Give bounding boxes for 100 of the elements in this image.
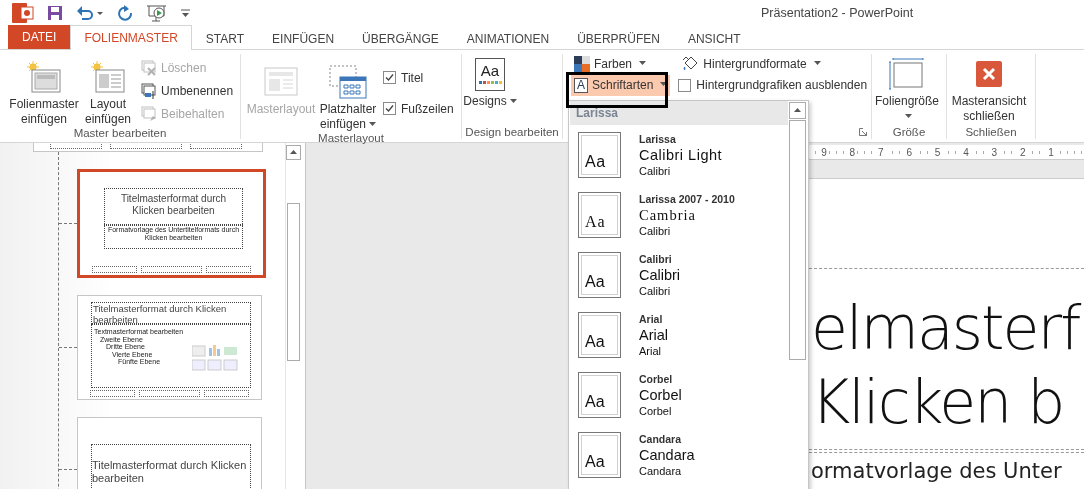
ribbon-button[interactable]: Masteransicht schließen <box>947 54 1031 124</box>
footer-placeholder <box>140 266 203 273</box>
footer-placeholder <box>206 266 251 273</box>
checkbox-label: Fußzeilen <box>401 101 454 116</box>
ribbon-tab[interactable]: EINFÜGEN <box>258 26 349 50</box>
ribbon-tab[interactable]: ÜBERGÄNGE <box>348 26 453 50</box>
dialog-launcher-icon[interactable] <box>859 128 867 136</box>
slideshow-icon[interactable] <box>146 3 168 22</box>
ruler-number: 9 <box>819 146 829 158</box>
slide-title-text: Klicken b <box>811 366 1065 439</box>
group-label: Masterlayout <box>318 132 384 144</box>
heading-font: Arial <box>639 325 668 344</box>
font-preview: Aa <box>578 432 621 478</box>
checkbox[interactable] <box>383 71 396 84</box>
ribbon-tab[interactable]: FOLIENMASTER <box>70 25 192 50</box>
redo-icon[interactable] <box>117 4 133 21</box>
thumbnail-title: Titelmasterformat durch Klicken bearbeiten <box>104 188 243 226</box>
body-font: Candara <box>639 463 683 478</box>
layout-icon <box>264 67 298 97</box>
scrollbar-thumb[interactable] <box>287 203 300 361</box>
ruler-number: 5 <box>932 146 943 158</box>
font-icon: A <box>574 77 588 93</box>
ribbon-button[interactable]: Foliengröße <box>872 54 942 124</box>
font-scheme-name: Larissa 2007 - 2010 <box>639 192 735 206</box>
checkbox[interactable] <box>678 78 692 92</box>
ruler-number: 4 <box>960 146 971 158</box>
scroll-up-icon[interactable] <box>789 102 806 119</box>
thumbnail-title: Titelmasterformat durch Klicken bearbeiten <box>91 444 251 489</box>
slide-master-icon <box>27 61 61 93</box>
font-option[interactable]: Aa Arial Arial Arial <box>570 305 808 365</box>
slide-subtitle-text: ormatvorlage des Unter <box>811 459 1062 483</box>
ribbon-button[interactable]: Aa Designs <box>462 54 518 109</box>
body-font: Arial <box>639 343 662 358</box>
footer-placeholder <box>92 266 137 273</box>
footer-placeholder <box>190 143 242 149</box>
font-preview: Aa <box>578 132 621 178</box>
rename-icon <box>141 82 157 99</box>
body-font: Calibri <box>639 163 672 178</box>
heading-font: Cambria <box>639 205 697 224</box>
pin-icon <box>141 105 157 122</box>
scroll-up-icon[interactable] <box>286 145 301 160</box>
slide-title-text: elmasterf <box>811 292 1082 365</box>
font-scheme-name: Arial <box>639 312 664 326</box>
placeholder-icon <box>329 65 367 99</box>
ribbon-tab[interactable]: ÜBERPRÜFEN <box>563 26 674 50</box>
ruler-number: 6 <box>904 146 915 158</box>
thumbnail-title: Titelmasterformat durch Klicken bearbeiten <box>91 302 251 324</box>
heading-font: Calibri <box>639 265 681 284</box>
body-font: Corbel <box>639 403 673 418</box>
font-preview: Aa <box>578 372 621 418</box>
font-option[interactable]: Aa Calibri Calibri Calibri <box>570 245 808 305</box>
save-icon[interactable] <box>47 4 63 21</box>
font-scheme-name: Corbel <box>639 372 674 386</box>
ribbon-tab[interactable]: ANSICHT <box>673 26 755 50</box>
insert-icons-drawing <box>192 345 238 371</box>
ribbon-tab[interactable]: ANIMATIONEN <box>452 26 564 50</box>
slide-size-icon <box>889 58 925 90</box>
group-label: Schließen <box>965 125 1017 138</box>
undo-icon[interactable] <box>76 4 104 21</box>
font-scheme-name: Calibri <box>639 252 673 266</box>
ribbon-button[interactable]: Hintergrundformate <box>678 53 868 74</box>
file-tab[interactable]: DATEI <box>8 25 71 49</box>
font-option[interactable]: Aa Corbel Corbel Corbel <box>570 365 808 425</box>
slide-thumbnail[interactable]: Titelmasterformat durch Klicken bearbeiten <box>77 417 262 489</box>
ribbon-button[interactable]: Folienmaster einfügen <box>6 57 82 127</box>
font-option[interactable]: Aa Larissa 2007 - 2010 Cambria Calibri <box>570 185 808 245</box>
checkbox[interactable] <box>383 102 396 115</box>
font-preview: Aa <box>578 312 621 358</box>
body-font: Calibri <box>639 223 672 238</box>
close-icon <box>976 61 1002 87</box>
scrollbar-thumb[interactable] <box>789 120 806 360</box>
ribbon-button[interactable]: Layout einfügen <box>82 57 134 127</box>
menu-heading: Larissa <box>576 106 619 120</box>
heading-font: Calibri Light <box>639 145 723 164</box>
body-font: Calibri <box>639 283 672 298</box>
font-scheme-name: Candara <box>639 432 682 446</box>
ribbon-button[interactable]: Platzhalter einfügen <box>317 62 379 132</box>
ribbon-button[interactable]: Umbenennen <box>138 80 237 101</box>
ruler-number: 2 <box>1017 146 1028 158</box>
ribbon-tab[interactable]: START <box>191 26 259 50</box>
ribbon-button[interactable]: Farben <box>571 53 671 74</box>
customize-icon[interactable] <box>181 8 190 17</box>
group-label: Design bearbeiten <box>465 125 559 138</box>
font-preview: Aa <box>578 192 621 238</box>
heading-font: Candara <box>639 445 695 464</box>
ruler-number: 1 <box>1046 146 1057 158</box>
paint-bucket-icon <box>681 54 700 73</box>
heading-font: Corbel <box>639 385 682 404</box>
footer-placeholder <box>138 390 201 397</box>
font-scheme-name: Larissa <box>639 132 677 146</box>
font-option[interactable]: Aa Candara Candara Candara <box>570 425 808 485</box>
window-title: Präsentation2 - PowerPoint <box>761 5 914 20</box>
ruler-number: 8 <box>847 146 858 158</box>
ruler-number: 3 <box>989 146 1000 158</box>
font-option[interactable]: Aa Larissa Calibri Light Calibri <box>570 125 808 185</box>
group-label: Größe <box>892 125 926 138</box>
layout-icon <box>91 61 125 93</box>
checkbox-label: Titel <box>401 70 424 85</box>
footer-placeholder <box>110 143 182 149</box>
app-icon[interactable] <box>12 2 34 23</box>
